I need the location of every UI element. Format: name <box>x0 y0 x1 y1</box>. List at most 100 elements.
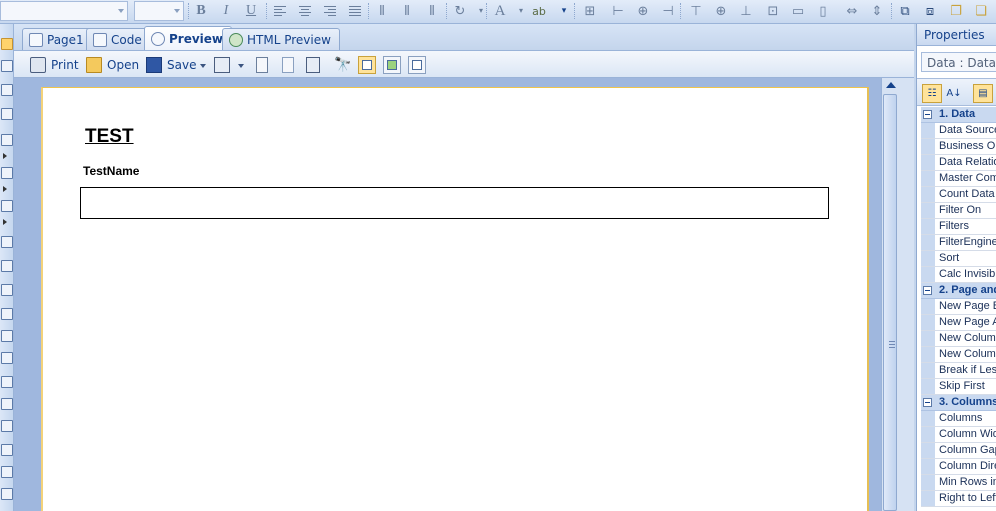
image-component-icon[interactable] <box>1 260 13 272</box>
text-tool-icon[interactable] <box>1 84 13 96</box>
shape-icon[interactable] <box>1 308 13 320</box>
property-row[interactable]: Break if Les <box>921 363 996 379</box>
hand-tool-icon[interactable] <box>1 60 13 72</box>
property-row[interactable]: Column Widt <box>921 427 996 443</box>
tab-page1[interactable]: Page1 <box>22 28 93 50</box>
property-row[interactable]: Column Dire <box>921 459 996 475</box>
tab-html-preview[interactable]: HTML Preview <box>222 28 340 50</box>
font-color-icon[interactable]: A <box>491 2 509 20</box>
underline-icon[interactable]: U <box>242 2 260 20</box>
property-row[interactable]: Sort <box>921 251 996 267</box>
categorized-view-button[interactable]: ☷ <box>922 84 942 103</box>
center-vertically-icon[interactable]: ⇕ <box>868 2 886 20</box>
cross-band-icon[interactable] <box>1 167 13 179</box>
print-button[interactable]: Print <box>30 55 79 75</box>
parameters-button[interactable] <box>282 55 294 75</box>
send-button[interactable] <box>214 55 230 75</box>
checkbox-component-icon[interactable] <box>1 444 13 456</box>
multiple-pages-button[interactable] <box>408 56 426 74</box>
clone-icon[interactable] <box>1 352 13 364</box>
band-tool-icon[interactable] <box>1 134 13 146</box>
move-forward-icon[interactable]: ❐ <box>947 2 965 20</box>
property-row[interactable]: Right to Left <box>921 491 996 507</box>
font-color-dropdown-icon[interactable]: ▾ <box>512 2 530 20</box>
subreport-icon[interactable] <box>1 376 13 388</box>
property-row[interactable]: Count Data <box>921 187 996 203</box>
property-row[interactable]: Business Ol <box>921 139 996 155</box>
justify-icon[interactable] <box>346 2 364 20</box>
property-row[interactable]: Min Rows in <box>921 475 996 491</box>
thumbnails-button[interactable] <box>306 55 320 75</box>
vertical-align-bottom-icon[interactable]: ⦀ <box>423 2 441 20</box>
property-row[interactable]: New Column <box>921 331 996 347</box>
align-tops-icon[interactable]: ⊤ <box>687 2 705 20</box>
select-tool-icon[interactable] <box>1 38 13 50</box>
align-bottoms-icon[interactable]: ⊥ <box>737 2 755 20</box>
italic-icon[interactable]: I <box>217 2 235 20</box>
property-row[interactable]: New Page A <box>921 315 996 331</box>
barcode-icon[interactable] <box>1 284 13 296</box>
send-dropdown-icon[interactable] <box>238 64 244 68</box>
scroll-up-icon[interactable] <box>886 82 896 88</box>
move-backward-icon[interactable]: ❏ <box>972 2 990 20</box>
align-centers-icon[interactable]: ⊕ <box>634 2 652 20</box>
property-category[interactable]: 2. Page and <box>921 283 996 299</box>
gauge-icon[interactable] <box>1 488 13 500</box>
rotate-dropdown-icon[interactable]: ▾ <box>472 2 490 20</box>
format-painter-icon[interactable] <box>1 108 13 120</box>
property-row[interactable]: Data Relatio <box>921 155 996 171</box>
save-button[interactable]: Save <box>146 55 196 75</box>
continuous-page-button[interactable] <box>383 56 401 74</box>
text-component-icon[interactable] <box>1 200 13 212</box>
collapse-icon[interactable] <box>923 110 932 119</box>
property-category[interactable]: 3. Columns <box>921 395 996 411</box>
borders-icon[interactable]: ⊞ <box>581 2 599 20</box>
align-middles-icon[interactable]: ⊕ <box>712 2 730 20</box>
property-row[interactable]: New Page B <box>921 299 996 315</box>
property-row[interactable]: Master Com <box>921 171 996 187</box>
send-to-back-icon[interactable]: ⧈ <box>921 2 939 20</box>
selected-object-combo[interactable]: Data : Data <box>921 52 996 72</box>
zipcode-icon[interactable] <box>1 466 13 478</box>
property-row[interactable]: FilterEngine <box>921 235 996 251</box>
rotate-icon[interactable]: ↻ <box>451 2 469 20</box>
property-pages-button[interactable]: ▤ <box>973 84 993 103</box>
highlight-icon[interactable]: ab <box>530 2 548 20</box>
report-preview-area[interactable]: TEST TestName <box>14 78 895 511</box>
alphabetical-view-button[interactable]: A↓ <box>944 84 964 103</box>
make-same-height-icon[interactable]: ▯ <box>814 2 832 20</box>
align-center-icon[interactable] <box>296 2 314 20</box>
center-horizontally-icon[interactable]: ⇔ <box>843 2 861 20</box>
save-dropdown-icon[interactable] <box>200 64 206 68</box>
align-lefts-icon[interactable]: ⊢ <box>609 2 627 20</box>
make-same-size-icon[interactable]: ▭ <box>789 2 807 20</box>
bold-icon[interactable]: B <box>192 2 210 20</box>
scrollbar-thumb[interactable] <box>883 94 897 511</box>
chart-icon[interactable] <box>1 420 13 432</box>
vertical-align-top-icon[interactable]: ⦀ <box>373 2 391 20</box>
align-to-grid-icon[interactable]: ⊡ <box>764 2 782 20</box>
collapse-icon[interactable] <box>923 286 932 295</box>
toolbar-overflow-icon[interactable]: ▾ <box>555 2 573 20</box>
open-button[interactable]: Open <box>86 55 139 75</box>
align-right-icon[interactable] <box>321 2 339 20</box>
property-row[interactable]: Column Gap <box>921 443 996 459</box>
align-rights-icon[interactable]: ⊣ <box>659 2 677 20</box>
preview-vertical-scrollbar[interactable] <box>881 78 914 511</box>
align-left-icon[interactable] <box>271 2 289 20</box>
tab-preview[interactable]: Preview <box>144 26 233 51</box>
table-icon[interactable] <box>1 398 13 410</box>
tab-code[interactable]: Code <box>86 28 151 50</box>
find-button[interactable]: 🔭 <box>334 55 351 75</box>
property-row[interactable]: Calc Invisibl <box>921 267 996 283</box>
property-row[interactable]: New Column <box>921 347 996 363</box>
font-name-combo[interactable] <box>0 1 128 21</box>
property-row[interactable]: Skip First <box>921 379 996 395</box>
single-page-button[interactable] <box>358 56 376 74</box>
bookmarks-button[interactable] <box>256 55 268 75</box>
bring-to-front-icon[interactable]: ⧉ <box>896 2 914 20</box>
property-row[interactable]: Filter On <box>921 203 996 219</box>
collapse-icon[interactable] <box>923 398 932 407</box>
property-row[interactable]: Data Source <box>921 123 996 139</box>
property-row[interactable]: Filters <box>921 219 996 235</box>
